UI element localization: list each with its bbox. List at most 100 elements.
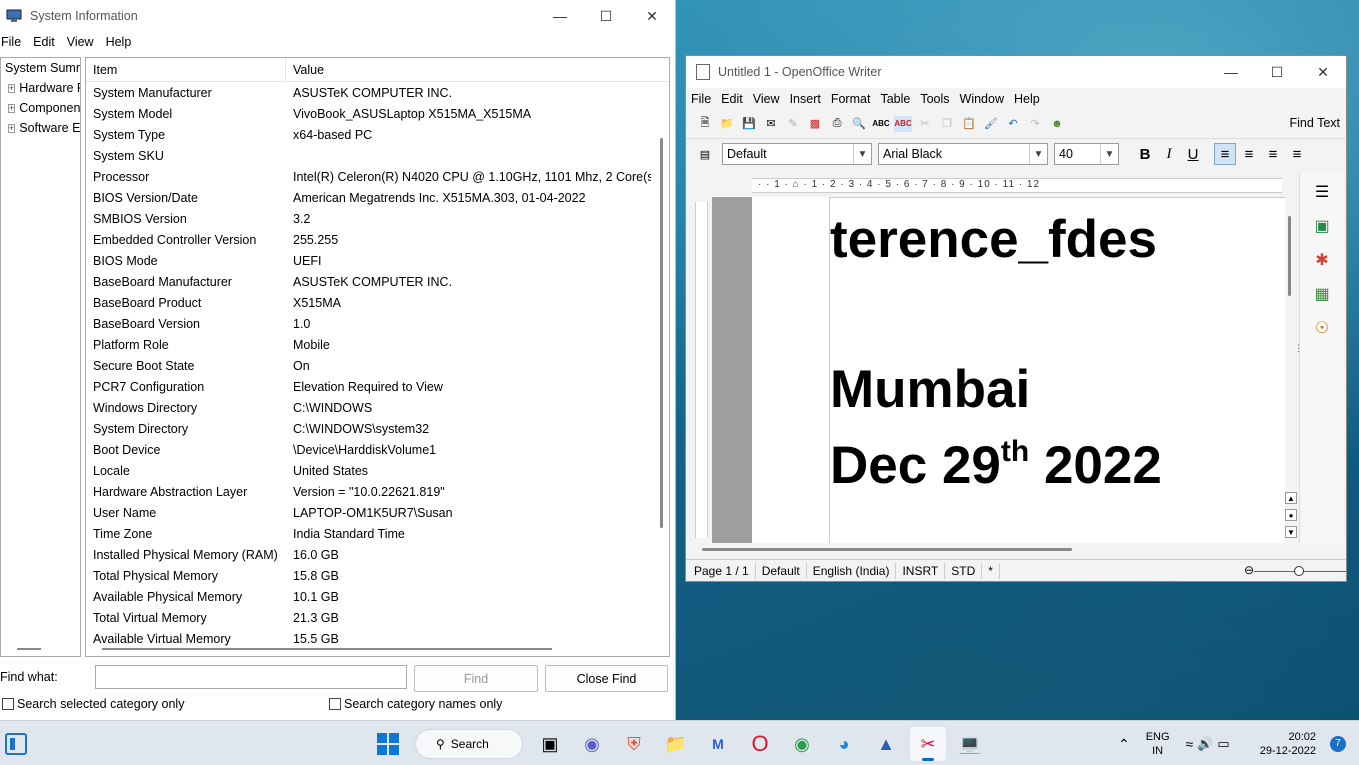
taskbar-search[interactable]: ⚲ Search [415,729,523,759]
italic-button[interactable]: I [1158,143,1180,165]
chevron-down-icon[interactable]: ▼ [1029,144,1047,164]
navigator-icon[interactable]: ☻ [1048,116,1066,132]
system-information-taskbar-icon[interactable]: 💻 [952,727,988,761]
save-icon[interactable]: 💾 [740,116,758,132]
status-modified[interactable]: * [982,562,1000,579]
writer-minimize-button[interactable]: — [1208,56,1254,88]
column-header-value[interactable]: Value [286,63,324,77]
table-row[interactable]: BIOS Mode UEFI [86,250,669,271]
table-row[interactable]: BIOS Version/Date American Megatrends Inc… [86,187,669,208]
doc-line-city[interactable]: Mumbai [830,363,1030,416]
maximize-button[interactable]: ☐ [583,0,629,32]
widgets-icon[interactable] [5,733,27,755]
table-row[interactable]: Platform Role Mobile [86,334,669,355]
edit-file-icon[interactable]: ✎ [784,116,802,132]
navigation-dot-icon[interactable]: ● [1285,509,1297,521]
task-view-icon[interactable]: ▣ [532,727,568,761]
copy-icon[interactable]: ❐ [938,116,956,132]
writer-maximize-button[interactable]: ☐ [1254,56,1300,88]
horizontal-ruler[interactable]: · · 1 · ⌂ · 1 · 2 · 3 · 4 · 5 · 6 · 7 · … [688,173,1285,197]
table-row[interactable]: Secure Boot State On [86,355,669,376]
font-name-select[interactable]: Arial Black ▼ [878,143,1048,165]
writer-menu-format[interactable]: Format [831,92,871,106]
status-language[interactable]: English (India) [807,562,897,579]
navigator-compass-icon[interactable]: ☉ [1309,315,1335,341]
table-row[interactable]: Installed Physical Memory (RAM) 16.0 GB [86,544,669,565]
styles-formatting-icon[interactable]: ✱ [1309,247,1335,273]
table-row[interactable]: Locale United States [86,460,669,481]
status-page-style[interactable]: Default [756,562,807,579]
writer-menu-file[interactable]: File [691,92,711,106]
checkbox-box[interactable] [329,698,341,710]
document-horizontal-scrollbar[interactable] [702,548,1072,551]
checkbox-box[interactable] [2,698,14,710]
status-insert-mode[interactable]: INSRT [896,562,946,579]
minimize-button[interactable]: — [537,0,583,32]
list-horizontal-scrollbar[interactable] [102,648,552,650]
spellcheck-icon[interactable]: ABC [872,116,890,132]
table-row[interactable]: BaseBoard Product X515MA [86,292,669,313]
align-center-button[interactable]: ≡ [1238,143,1260,165]
table-row[interactable]: System Directory C:\WINDOWS\system32 [86,418,669,439]
menu-view[interactable]: View [66,35,101,49]
chrome-browser-icon[interactable]: ◉ [784,727,820,761]
doc-line-date[interactable]: Dec 29th 2022 [830,437,1162,493]
azure-app-icon[interactable]: ▲ [868,727,904,761]
next-page-icon[interactable]: ▼ [1285,526,1297,538]
bold-button[interactable]: B [1134,143,1156,165]
chevron-down-icon[interactable]: ▼ [853,144,871,164]
title-bar[interactable]: System Information — ☐ ✕ [0,0,675,32]
category-tree[interactable]: System Summary +Hardware Resources +Comp… [0,57,81,657]
show-hidden-icons-chevron-icon[interactable]: ⌃ [1118,737,1130,751]
expand-icon[interactable]: + [8,123,16,133]
volume-icon[interactable]: 🔊 [1197,736,1213,751]
file-explorer-icon[interactable]: 📁 [658,727,694,761]
vertical-ruler[interactable] [688,197,712,543]
edge-browser-icon[interactable]: ◕ [826,727,862,761]
teams-chat-icon[interactable]: ◉ [574,727,610,761]
table-row[interactable]: Hardware Abstraction Layer Version = "10.… [86,481,669,502]
table-row[interactable]: Embedded Controller Version 255.255 [86,229,669,250]
paste-icon[interactable]: 📋 [960,116,978,132]
format-paintbrush-icon[interactable]: 🖌 [982,116,1000,132]
menu-file[interactable]: File [0,35,28,49]
writer-menu-tools[interactable]: Tools [920,92,949,106]
brave-browser-icon[interactable]: ⛨ [616,727,652,761]
undo-icon[interactable]: ↶ [1004,116,1022,132]
table-row[interactable]: Available Physical Memory 10.1 GB [86,586,669,607]
close-find-button[interactable]: Close Find [545,665,668,692]
export-pdf-icon[interactable]: ▩ [806,116,824,132]
previous-page-icon[interactable]: ▲ [1285,492,1297,504]
table-row[interactable]: Processor Intel(R) Celeron(R) N4020 CPU @… [86,166,669,187]
zoom-slider[interactable]: ⊖ [1236,563,1346,577]
find-what-input[interactable] [95,665,407,689]
tree-horizontal-scrollbar[interactable] [17,648,41,650]
writer-menu-insert[interactable]: Insert [790,92,821,106]
open-folder-icon[interactable]: 📁 [718,116,736,132]
battery-icon[interactable]: ▭ [1217,736,1229,751]
email-icon[interactable]: ✉ [762,116,780,132]
table-row[interactable]: PCR7 Configuration Elevation Required to … [86,376,669,397]
table-row[interactable]: Available Virtual Memory 15.5 GB [86,628,669,649]
input-language-indicator[interactable]: ENG IN [1146,730,1170,758]
close-button[interactable]: ✕ [629,0,675,32]
sidebar-collapse-handle[interactable]: ⋮ [1294,343,1303,354]
tree-item-software[interactable]: +Software Environment [1,118,80,138]
underline-button[interactable]: U [1182,143,1204,165]
find-button[interactable]: Find [414,665,538,692]
print-preview-icon[interactable]: 🔍 [850,116,868,132]
writer-menu-help[interactable]: Help [1014,92,1040,106]
table-row[interactable]: Time Zone India Standard Time [86,523,669,544]
sidebar-menu-icon[interactable]: ☰ [1309,179,1335,205]
status-selection-mode[interactable]: STD [945,562,983,579]
opera-browser-icon[interactable]: O [742,727,778,761]
tree-item-components[interactable]: +Components [1,98,80,118]
search-category-names-checkbox[interactable]: Search category names only [329,697,502,711]
align-left-button[interactable]: ≡ [1214,143,1236,165]
status-page[interactable]: Page 1 / 1 [686,562,756,579]
table-row[interactable]: User Name LAPTOP-OM1K5UR7\Susan [86,502,669,523]
doc-line-name[interactable]: terence_fdes [830,213,1157,266]
expand-icon[interactable]: + [8,103,16,113]
document-page[interactable]: terence_fdes Mumbai Dec 29th 2022 [752,197,1285,543]
writer-menu-table[interactable]: Table [880,92,910,106]
